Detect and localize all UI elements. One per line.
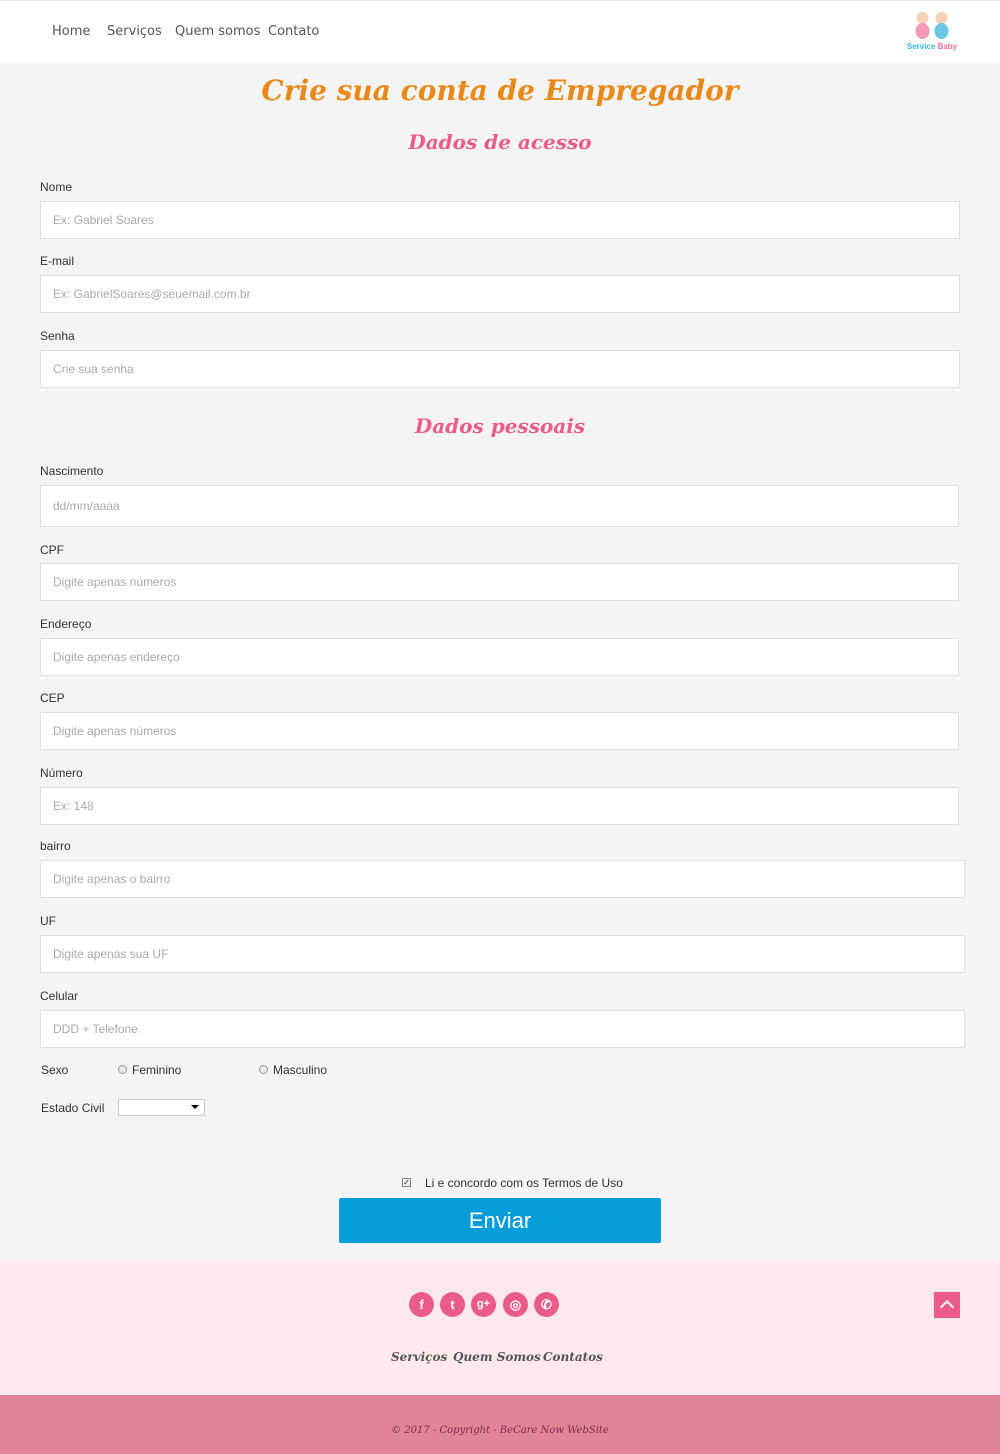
facebook-icon[interactable]: f [409,1292,434,1317]
page-title: Crie sua conta de Empregador [261,74,739,107]
cep-input[interactable] [40,712,959,750]
sexo-label: Sexo [41,1063,69,1077]
nav-servicos-link[interactable]: Serviços [107,24,162,39]
baby-boy-icon [934,12,949,39]
terms-label: Li e concordo com os Termos de Uso [425,1176,623,1190]
email-label: E-mail [40,254,75,268]
service-baby-logo[interactable]: Service Baby [904,10,960,54]
instagram-icon[interactable]: ◎ [503,1292,528,1317]
nome-input[interactable] [40,201,960,239]
estado-civil-label: Estado Civil [41,1101,105,1115]
uf-input[interactable] [40,935,965,973]
google-plus-icon[interactable]: g+ [471,1292,496,1317]
senha-input[interactable] [40,350,960,388]
nav-home-link[interactable]: Home [52,24,90,39]
section-title-personal: Dados pessoais [414,414,586,438]
baby-girl-icon [915,12,930,39]
nome-label: Nome [40,180,73,194]
back-to-top-icon[interactable] [934,1292,960,1318]
footer-link-servicos[interactable]: Serviços [391,1350,447,1364]
top-navbar: Home Serviços Quem somos Contato Service… [0,0,1000,63]
masculino-label: Masculino [273,1063,328,1077]
cpf-label: CPF [40,543,64,557]
cpf-input[interactable] [40,563,959,601]
numero-input[interactable] [40,787,959,825]
bairro-label: bairro [40,839,71,853]
email-input[interactable] [40,275,960,313]
bairro-input[interactable] [40,860,965,898]
logo-text: Service Baby [906,42,958,51]
whatsapp-icon[interactable]: ✆ [534,1292,559,1317]
nav-contato-link[interactable]: Contato [268,24,319,39]
senha-label: Senha [40,329,75,343]
footer-link-quem-somos[interactable]: Quem Somos [453,1350,541,1364]
terms-checkbox[interactable]: ✓ [402,1178,411,1187]
nav-quem-somos-link[interactable]: Quem somos [175,24,260,39]
uf-label: UF [40,914,56,928]
chevron-down-icon [191,1105,199,1109]
masculino-radio[interactable] [259,1065,268,1074]
enviar-button[interactable]: Enviar [339,1198,661,1243]
feminino-label: Feminino [132,1063,182,1077]
nascimento-label: Nascimento [40,464,104,478]
celular-input[interactable] [40,1010,965,1048]
nascimento-input[interactable] [40,485,959,527]
twitter-icon[interactable]: t [440,1292,465,1317]
footer-link-contatos[interactable]: Contatos [543,1350,603,1364]
section-title-access: Dados de acesso [408,130,592,154]
cep-label: CEP [40,691,65,705]
feminino-radio[interactable] [118,1065,127,1074]
endereco-input[interactable] [40,638,959,676]
copyright-text: © 2017 - Copyright - BeCare Now WebSite [391,1425,609,1436]
footer [0,1261,1000,1395]
numero-label: Número [40,766,83,780]
celular-label: Celular [40,989,79,1003]
endereco-label: Endereço [40,617,92,631]
